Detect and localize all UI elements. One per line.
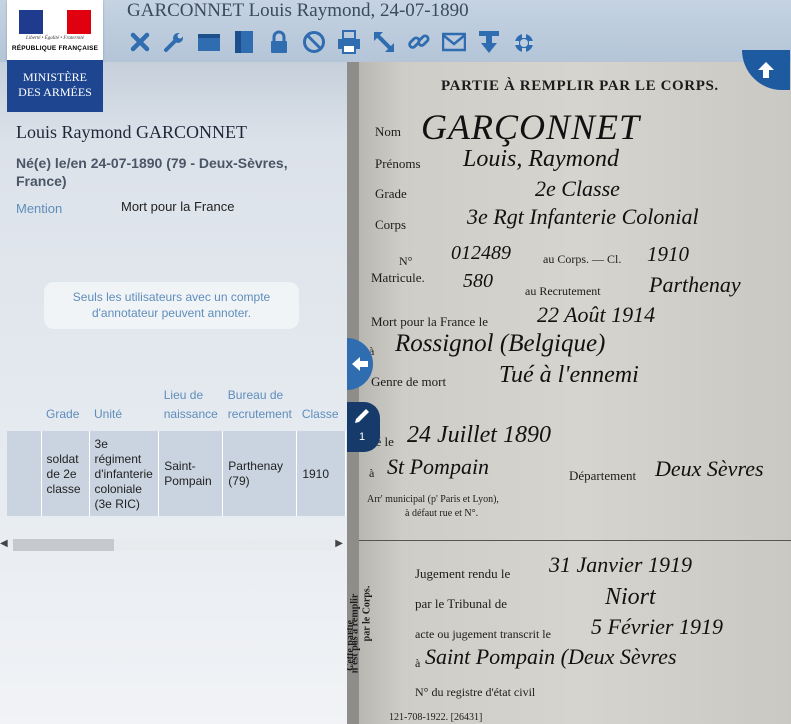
doc-label-jugement: Jugement rendu le (415, 566, 511, 581)
table-cell-classe: 1910 (296, 431, 346, 516)
republique-logo: Liberté • Égalité • Fraternité RÉPUBLIQU… (7, 0, 103, 60)
handwritten-jugement: 31 Janvier 1919 (549, 552, 692, 577)
close-icon[interactable] (127, 29, 153, 55)
column-header-lieu-naissance: Lieu de naissance (163, 388, 218, 421)
birth-info: Né(e) le/en 24-07-1890 (79 - Deux-Sèvres… (16, 155, 288, 189)
block-icon[interactable] (301, 29, 327, 55)
column-header-bureau-recrutement: Bureau de recrutement (227, 388, 292, 421)
logo-devise: Liberté • Égalité • Fraternité (26, 36, 84, 41)
scroll-right-icon[interactable]: ▶ (335, 538, 343, 549)
column-header-classe: Classe (301, 407, 339, 421)
ministry-name: MINISTÈRE DES ARMÉES (7, 60, 103, 112)
ministry-logo[interactable]: Liberté • Égalité • Fraternité RÉPUBLIQU… (7, 0, 103, 112)
doc-label-transcrit: acte ou jugement transcrit le (415, 627, 551, 641)
handwritten-transcrit: 5 Février 1919 (591, 614, 723, 639)
doc-label-mort-pour: Mort pour la France le (371, 314, 488, 329)
table-cell-grade: soldat de 2e classe (41, 431, 90, 516)
doc-header: PARTIE À REMPLIR PAR LE CORPS. (441, 78, 719, 94)
annotation-notice: Seuls les utilisateurs avec un compte d'… (44, 282, 299, 329)
mention-label: Mention (16, 201, 63, 216)
handwritten-transcrit-lieu: Saint Pompain (Deux Sèvres (425, 644, 677, 669)
marianne-flag-icon (19, 10, 91, 34)
annotations-button[interactable]: 1 (347, 402, 380, 452)
resize-icon[interactable] (371, 29, 397, 55)
doc-label-a3: à (415, 656, 421, 670)
doc-label-a2: à (369, 466, 375, 480)
handwritten-departement: Deux Sèvres (655, 456, 764, 481)
handwritten-classe: 1910 (647, 242, 689, 266)
doc-label-corps: Corps (375, 217, 407, 232)
handwritten-recrutement-no: 580 (463, 270, 493, 292)
print-icon[interactable] (336, 29, 362, 55)
table-cell (7, 431, 42, 516)
column-header-empty (7, 384, 41, 431)
scanned-document: PARTIE À REMPLIR PAR LE CORPS. Nom GARÇO… (347, 62, 791, 724)
service-table: Grade Unité Lieu de naissance Bureau de … (7, 384, 346, 516)
doc-label-departement: Département (569, 468, 637, 483)
doc-footer: 121-708-1922. [26431] (389, 712, 483, 723)
ministry-line2: DES ARMÉES (18, 85, 92, 99)
doc-label-genre: Genre de mort (371, 374, 447, 389)
handwritten-recrutement: Parthenay (649, 272, 741, 297)
table-cell-bureau: Parthenay (79) (222, 431, 298, 516)
doc-label-au-recrutement: au Recrutement (525, 284, 601, 298)
mail-icon[interactable] (441, 29, 467, 55)
handwritten-tribunal: Niort (605, 584, 656, 610)
doc-label-matricule: Matricule. (371, 270, 425, 285)
service-table-container[interactable]: Grade Unité Lieu de naissance Bureau de … (7, 384, 346, 516)
person-name: Louis Raymond GARCONNET (16, 122, 247, 142)
table-cell-lieu: Saint-Pompain (158, 431, 224, 516)
link-icon[interactable] (406, 29, 432, 55)
handwritten-prenoms: Louis, Raymond (463, 146, 619, 172)
column-header-grade: Grade (46, 407, 80, 421)
handwritten-numero: 012489 (451, 242, 511, 264)
mention-value: Mort pour la France (121, 199, 235, 214)
arrow-left-icon (352, 357, 368, 371)
handwritten-corps: 3e Rgt Infanterie Colonial (467, 204, 699, 229)
annotation-count: 1 (359, 431, 366, 443)
ministry-line1: MINISTÈRE (23, 70, 87, 84)
wrench-icon[interactable] (161, 29, 187, 55)
pencil-icon (355, 409, 369, 423)
document-title: GARCONNET Louis Raymond, 24-07-1890 (127, 0, 469, 21)
horizontal-scrollbar[interactable]: ◀ ▶ (0, 537, 347, 553)
handwritten-nom: GARÇONNET (421, 107, 641, 147)
scroll-thumb[interactable] (13, 539, 114, 551)
handwritten-lieu-naissance: St Pompain (387, 454, 490, 479)
arrow-up-icon (758, 62, 774, 78)
doc-side-3: par le Corps. (361, 585, 373, 642)
view-horizontal-icon[interactable] (196, 29, 222, 55)
handwritten-date-naissance: 24 Juillet 1890 (407, 422, 551, 448)
lock-icon[interactable] (266, 29, 292, 55)
view-vertical-icon[interactable] (231, 29, 257, 55)
doc-label-tribunal: par le Tribunal de (415, 596, 508, 611)
section-divider (359, 540, 791, 541)
doc-label-prenoms: Prénoms (375, 156, 421, 171)
handwritten-lieu-mort: Rossignol (Belgique) (395, 330, 606, 357)
scroll-left-icon[interactable]: ◀ (0, 538, 8, 549)
doc-label-au-corps: au Corps. — Cl. (543, 252, 622, 266)
logo-republique-francaise: RÉPUBLIQUE FRANÇAISE (11, 45, 99, 52)
doc-label-no: N° (399, 254, 413, 268)
doc-label-nom: Nom (375, 124, 401, 139)
doc-side-2: n'est pas à remplir (349, 593, 361, 674)
handwritten-genre: Tué à l'ennemi (499, 362, 639, 388)
table-row[interactable]: soldat de 2e classe 3e régiment d'infant… (7, 431, 346, 516)
doc-label-grade: Grade (375, 186, 407, 201)
doc-label-registre: N° du registre d'état civil (415, 685, 536, 699)
doc-label-arr2: à défaut rue et N°. (405, 508, 479, 519)
handwritten-grade: 2e Classe (535, 176, 620, 201)
doc-label-arr1: Arr' municipal (p' Paris et Lyon), (367, 494, 499, 505)
column-header-unite: Unité (94, 407, 123, 421)
handwritten-date-mort: 22 Août 1914 (537, 302, 656, 327)
download-icon[interactable] (476, 29, 502, 55)
table-cell-unite: 3e régiment d'infanterie coloniale (3e R… (89, 431, 160, 516)
info-panel: Louis Raymond GARCONNET Né(e) le/en 24-0… (0, 62, 347, 724)
top-header: GARCONNET Louis Raymond, 24-07-1890 (0, 0, 791, 62)
document-viewer[interactable]: PARTIE À REMPLIR PAR LE CORPS. Nom GARÇO… (347, 62, 791, 724)
lifebuoy-icon[interactable] (511, 29, 537, 55)
